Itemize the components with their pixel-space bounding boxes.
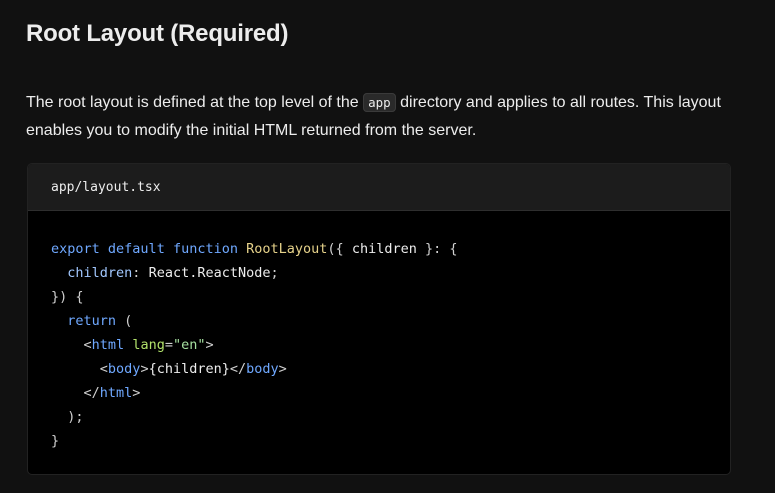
code-token: lang (132, 337, 165, 353)
code-filename: app/layout.tsx (51, 179, 161, 195)
code-token: > (205, 337, 214, 353)
code-token: }: { (416, 241, 458, 257)
intro-paragraph: The root layout is defined at the top le… (26, 89, 748, 145)
code-token: < (99, 361, 108, 377)
code-line: return ( (51, 309, 730, 333)
code-line: children: React.ReactNode; (51, 261, 730, 285)
code-token: ({ (327, 241, 352, 257)
section-heading: Root Layout (Required) (26, 20, 289, 47)
code-token: < (83, 337, 92, 353)
code-token: export (51, 241, 100, 257)
code-token: function (172, 241, 238, 257)
code-token: default (107, 241, 165, 257)
code-token: React.ReactNode (148, 265, 271, 281)
code-token: } (51, 433, 60, 449)
code-token: body (246, 361, 279, 377)
paragraph-text-before: The root layout is defined at the top le… (26, 94, 364, 111)
code-token: : (132, 265, 149, 281)
code-token: ; (270, 265, 279, 281)
code-filename-header: app/layout.tsx (28, 164, 730, 211)
code-token: {children} (148, 361, 230, 377)
code-token: </ (229, 361, 247, 377)
code-token: }) { (51, 289, 84, 305)
code-line: <html lang="en"> (51, 333, 730, 357)
code-token: ); (51, 409, 84, 425)
code-token: html (91, 337, 125, 353)
code-token: > (140, 361, 149, 377)
inline-code-app: app (363, 93, 396, 112)
code-line: </html> (51, 381, 730, 405)
code-token: = (164, 337, 173, 353)
code-line: }) { (51, 285, 730, 309)
code-line: ); (51, 405, 730, 429)
code-token: html (99, 385, 133, 401)
code-token: children (67, 265, 133, 281)
code-token: ( (116, 313, 133, 329)
code-content[interactable]: export default function RootLayout({ chi… (28, 211, 730, 453)
code-token: > (278, 361, 287, 377)
code-token: children (351, 241, 417, 257)
code-token: body (107, 361, 141, 377)
code-token: </ (83, 385, 100, 401)
code-line: } (51, 429, 730, 453)
code-token: > (132, 385, 141, 401)
code-block: app/layout.tsx export default function R… (27, 163, 731, 475)
code-token: return (67, 313, 117, 329)
code-line: <body>{children}</body> (51, 357, 730, 381)
code-token: "en" (172, 337, 206, 353)
code-line: export default function RootLayout({ chi… (51, 237, 730, 261)
code-token: RootLayout (246, 241, 328, 257)
